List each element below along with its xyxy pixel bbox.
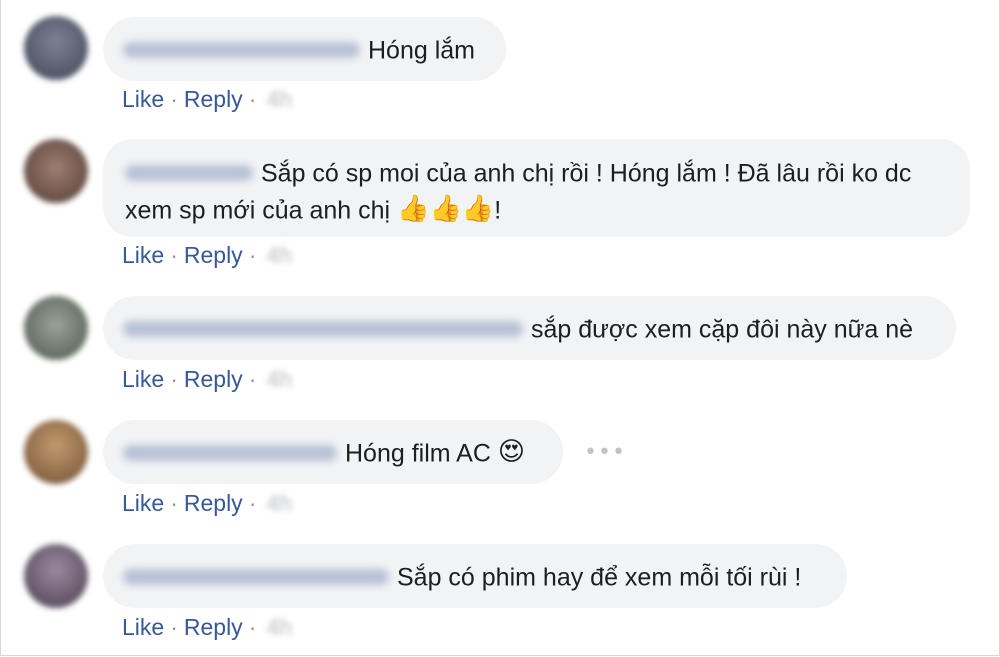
like-link[interactable]: Like <box>122 86 164 112</box>
reply-link[interactable]: Reply <box>184 242 243 268</box>
avatar[interactable] <box>24 16 88 80</box>
heart-eyes-icon: 😍 <box>497 437 525 467</box>
comment-actions: Like · Reply · 4h <box>122 84 292 114</box>
comment-text: Hóng film AC <box>345 439 491 468</box>
reply-link[interactable]: Reply <box>184 490 243 516</box>
timestamp[interactable]: 4h <box>266 614 292 640</box>
reply-link[interactable]: Reply <box>184 86 243 112</box>
like-link[interactable]: Like <box>122 366 164 392</box>
author-name[interactable] <box>123 42 360 59</box>
comment-text-line-1: Sắp có sp moi của anh chị rồi ! Hóng lắm… <box>261 159 912 188</box>
timestamp[interactable]: 4h <box>266 242 292 268</box>
separator: · <box>248 366 257 392</box>
reply-link[interactable]: Reply <box>184 614 243 640</box>
comment-actions: Like · Reply · 4h <box>122 364 292 394</box>
avatar[interactable] <box>24 420 88 484</box>
timestamp[interactable]: 4h <box>266 366 292 392</box>
thumbs-up-icon: 👍👍👍 <box>397 194 495 225</box>
avatar[interactable] <box>24 544 88 608</box>
separator: · <box>248 614 257 640</box>
comment-actions: Like · Reply · 4h <box>122 612 292 642</box>
comment-bubble: Sắp có sp moi của anh chị rồi ! Hóng lắm… <box>103 139 970 237</box>
separator: · <box>248 242 257 268</box>
separator: · <box>248 490 257 516</box>
avatar[interactable] <box>24 139 88 203</box>
comment-text: Hóng lắm <box>368 36 475 65</box>
avatar[interactable] <box>24 296 88 360</box>
comment-bubble: sắp được xem cặp đôi này nữa nè <box>103 296 956 360</box>
author-name[interactable] <box>123 321 523 338</box>
comment-text: Sắp có phim hay để xem mỗi tối rùi ! <box>397 563 802 592</box>
comment-actions: Like · Reply · 4h <box>122 240 292 270</box>
like-link[interactable]: Like <box>122 490 164 516</box>
separator: · <box>170 490 178 516</box>
separator: · <box>248 86 257 112</box>
timestamp[interactable]: 4h <box>266 86 292 112</box>
like-link[interactable]: Like <box>122 242 164 268</box>
reply-link[interactable]: Reply <box>184 366 243 392</box>
comment-bubble: Hóng lắm <box>103 17 506 81</box>
separator: · <box>170 614 178 640</box>
comment-suffix: ! <box>494 196 502 225</box>
comment-bubble: Sắp có phim hay để xem mỗi tối rùi ! <box>103 544 847 608</box>
more-options-icon[interactable]: ••• <box>584 440 626 465</box>
comment-actions: Like · Reply · 4h <box>122 488 292 518</box>
author-name[interactable] <box>123 445 337 462</box>
like-link[interactable]: Like <box>122 614 164 640</box>
comment-text-line-2: xem sp mới của anh chị <box>125 196 391 225</box>
separator: · <box>170 366 178 392</box>
author-name[interactable] <box>125 165 253 182</box>
separator: · <box>170 86 178 112</box>
author-name[interactable] <box>123 569 389 586</box>
comment-bubble: Hóng film AC 😍 <box>103 420 563 484</box>
timestamp[interactable]: 4h <box>266 490 292 516</box>
separator: · <box>170 242 178 268</box>
comment-text: sắp được xem cặp đôi này nữa nè <box>531 315 914 344</box>
